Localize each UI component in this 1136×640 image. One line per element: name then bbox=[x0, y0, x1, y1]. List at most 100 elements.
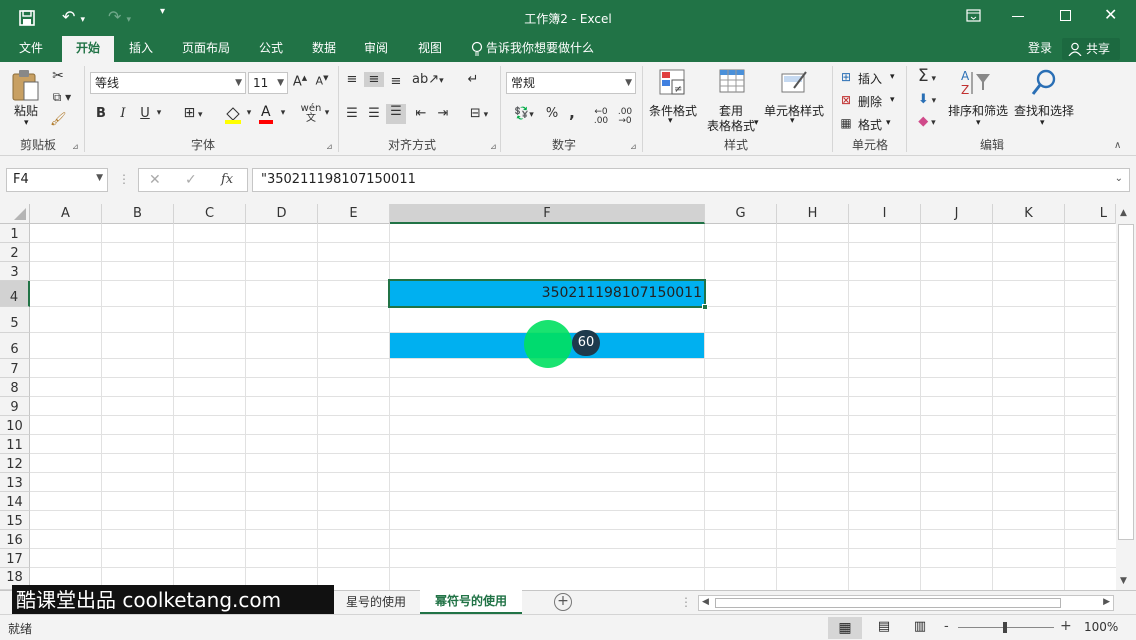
collapse-ribbon-icon[interactable]: ∧ bbox=[1114, 140, 1121, 151]
column-header-e[interactable]: E bbox=[318, 204, 390, 224]
page-break-view-icon[interactable]: ▥ bbox=[910, 619, 930, 634]
scroll-right-icon[interactable]: ▶ bbox=[1103, 597, 1110, 607]
maximize-icon[interactable] bbox=[1060, 10, 1071, 21]
cell-grid[interactable]: 350211198107150011 60 bbox=[30, 224, 1116, 590]
find-select-icon[interactable] bbox=[1030, 68, 1060, 98]
font-name-select[interactable]: 等线 ▼ bbox=[90, 72, 246, 94]
save-icon[interactable] bbox=[18, 9, 36, 27]
column-header-b[interactable]: B bbox=[102, 204, 174, 224]
paste-label[interactable]: 粘贴 bbox=[6, 102, 46, 119]
copy-icon[interactable]: ⧉ ▾ bbox=[48, 90, 76, 105]
tab-page-layout[interactable]: 页面布局 bbox=[170, 36, 242, 62]
increase-font-icon[interactable]: A▲ bbox=[292, 74, 308, 89]
page-layout-view-icon[interactable]: ▤ bbox=[874, 619, 894, 634]
row-header-8[interactable]: 8 bbox=[0, 378, 30, 397]
row-header-2[interactable]: 2 bbox=[0, 243, 30, 262]
orientation-icon[interactable]: ab↗▾ bbox=[412, 72, 444, 87]
increase-indent-icon[interactable]: ⇥ bbox=[434, 106, 452, 121]
font-color-icon[interactable]: A bbox=[258, 104, 276, 124]
sort-filter-icon[interactable]: AZ bbox=[958, 68, 992, 98]
format-cells-icon[interactable]: ▦ bbox=[838, 116, 854, 130]
row-header-5[interactable]: 5 bbox=[0, 307, 30, 333]
format-cells-button[interactable]: 格式 bbox=[858, 116, 882, 133]
find-select-dropdown-icon[interactable]: ▾ bbox=[1040, 118, 1045, 128]
redo-icon[interactable]: ↷ ▾ bbox=[108, 7, 138, 27]
insert-cells-button[interactable]: 插入 bbox=[858, 70, 882, 87]
row-header-7[interactable]: 7 bbox=[0, 359, 30, 378]
insert-cells-dropdown-icon[interactable]: ▾ bbox=[890, 72, 895, 82]
enter-icon[interactable]: ✓ bbox=[185, 172, 197, 188]
column-header-c[interactable]: C bbox=[174, 204, 246, 224]
alignment-launcher-icon[interactable]: ⊿ bbox=[490, 142, 497, 151]
sort-filter-button[interactable]: 排序和筛选 bbox=[946, 102, 1010, 119]
format-as-table-dropdown-icon[interactable]: ▾ bbox=[754, 118, 759, 128]
paste-icon[interactable] bbox=[10, 68, 42, 102]
zoom-out-button[interactable]: - bbox=[944, 619, 949, 634]
row-header-1[interactable]: 1 bbox=[0, 224, 30, 243]
delete-cells-button[interactable]: 删除 bbox=[858, 93, 882, 110]
comma-button[interactable]: , bbox=[566, 104, 578, 122]
phonetic-icon[interactable]: wén 文 bbox=[300, 104, 322, 124]
delete-cells-dropdown-icon[interactable]: ▾ bbox=[890, 95, 895, 105]
scroll-left-icon[interactable]: ◀ bbox=[702, 597, 709, 607]
font-launcher-icon[interactable]: ⊿ bbox=[326, 142, 333, 151]
delete-cells-icon[interactable]: ⊠ bbox=[838, 93, 854, 107]
row-header-9[interactable]: 9 bbox=[0, 397, 30, 416]
scroll-down-icon[interactable]: ▼ bbox=[1120, 576, 1127, 586]
tab-data[interactable]: 数据 bbox=[302, 36, 346, 62]
row-header-15[interactable]: 15 bbox=[0, 511, 30, 530]
cell-styles-icon[interactable] bbox=[780, 68, 810, 98]
font-size-select[interactable]: 11 ▼ bbox=[248, 72, 288, 94]
column-header-l[interactable]: L bbox=[1065, 204, 1116, 224]
italic-button[interactable]: I bbox=[116, 106, 130, 121]
paste-dropdown-icon[interactable]: ▾ bbox=[24, 118, 29, 128]
normal-view-icon[interactable]: ▦ bbox=[828, 617, 862, 639]
conditional-format-icon[interactable]: ≠ bbox=[658, 68, 688, 98]
decrease-decimal-icon[interactable]: .00 →0 bbox=[616, 108, 634, 126]
tab-formulas[interactable]: 公式 bbox=[250, 36, 292, 62]
zoom-slider-thumb[interactable] bbox=[1003, 622, 1007, 633]
tab-splitter-icon[interactable]: ⋮ bbox=[680, 595, 692, 609]
sort-filter-dropdown-icon[interactable]: ▾ bbox=[976, 118, 981, 128]
percent-button[interactable]: % bbox=[544, 106, 560, 121]
decrease-indent-icon[interactable]: ⇤ bbox=[412, 106, 430, 121]
horizontal-scroll-thumb[interactable] bbox=[715, 598, 1061, 608]
fill-icon[interactable]: ⬇ ▾ bbox=[912, 92, 942, 107]
row-header-10[interactable]: 10 bbox=[0, 416, 30, 435]
sheet-tab-exponent[interactable]: 幂符号的使用 bbox=[420, 590, 522, 614]
formula-input[interactable]: "350211198107150011 ⌄ bbox=[252, 168, 1130, 192]
vertical-scrollbar[interactable]: ▲ ▼ bbox=[1116, 204, 1136, 590]
fill-color-dropdown-icon[interactable]: ▾ bbox=[244, 108, 254, 118]
scroll-up-icon[interactable]: ▲ bbox=[1120, 208, 1127, 218]
sheet-tab-asterisk[interactable]: 星号的使用 bbox=[336, 591, 416, 614]
tab-insert[interactable]: 插入 bbox=[118, 36, 164, 62]
autosum-icon[interactable]: Σ ▾ bbox=[912, 66, 942, 86]
merge-center-icon[interactable]: ⊟ ▾ bbox=[464, 106, 494, 121]
clear-icon[interactable]: ◆ ▾ bbox=[912, 114, 942, 129]
align-right-icon[interactable]: ☰ bbox=[386, 104, 406, 124]
bold-button[interactable]: B bbox=[94, 106, 108, 121]
underline-button[interactable]: U bbox=[138, 106, 152, 121]
tab-file[interactable]: 文件 bbox=[8, 36, 54, 62]
column-header-k[interactable]: K bbox=[993, 204, 1065, 224]
undo-icon[interactable]: ↶ ▾ bbox=[62, 7, 92, 27]
column-header-h[interactable]: H bbox=[777, 204, 849, 224]
cell-styles-dropdown-icon[interactable]: ▾ bbox=[790, 116, 795, 126]
select-all-button[interactable] bbox=[0, 204, 30, 224]
align-left-icon[interactable]: ☰ bbox=[344, 106, 360, 121]
accounting-format-icon[interactable]: 💱▾ bbox=[508, 106, 540, 120]
wrap-text-icon[interactable]: ↵ bbox=[464, 72, 482, 87]
row-header-3[interactable]: 3 bbox=[0, 262, 30, 281]
find-select-button[interactable]: 查找和选择 bbox=[1010, 102, 1078, 119]
vertical-scroll-thumb[interactable] bbox=[1118, 224, 1134, 540]
row-header-11[interactable]: 11 bbox=[0, 435, 30, 454]
tab-home[interactable]: 开始 bbox=[62, 36, 114, 62]
underline-dropdown-icon[interactable]: ▾ bbox=[154, 108, 164, 118]
tab-view[interactable]: 视图 bbox=[408, 36, 452, 62]
zoom-in-button[interactable]: + bbox=[1060, 618, 1072, 634]
tell-me-search[interactable]: 告诉我你想要做什么 bbox=[486, 36, 606, 62]
column-header-a[interactable]: A bbox=[30, 204, 102, 224]
add-sheet-icon[interactable]: + bbox=[554, 593, 572, 611]
column-header-g[interactable]: G bbox=[705, 204, 777, 224]
number-format-select[interactable]: 常规 ▼ bbox=[506, 72, 636, 94]
